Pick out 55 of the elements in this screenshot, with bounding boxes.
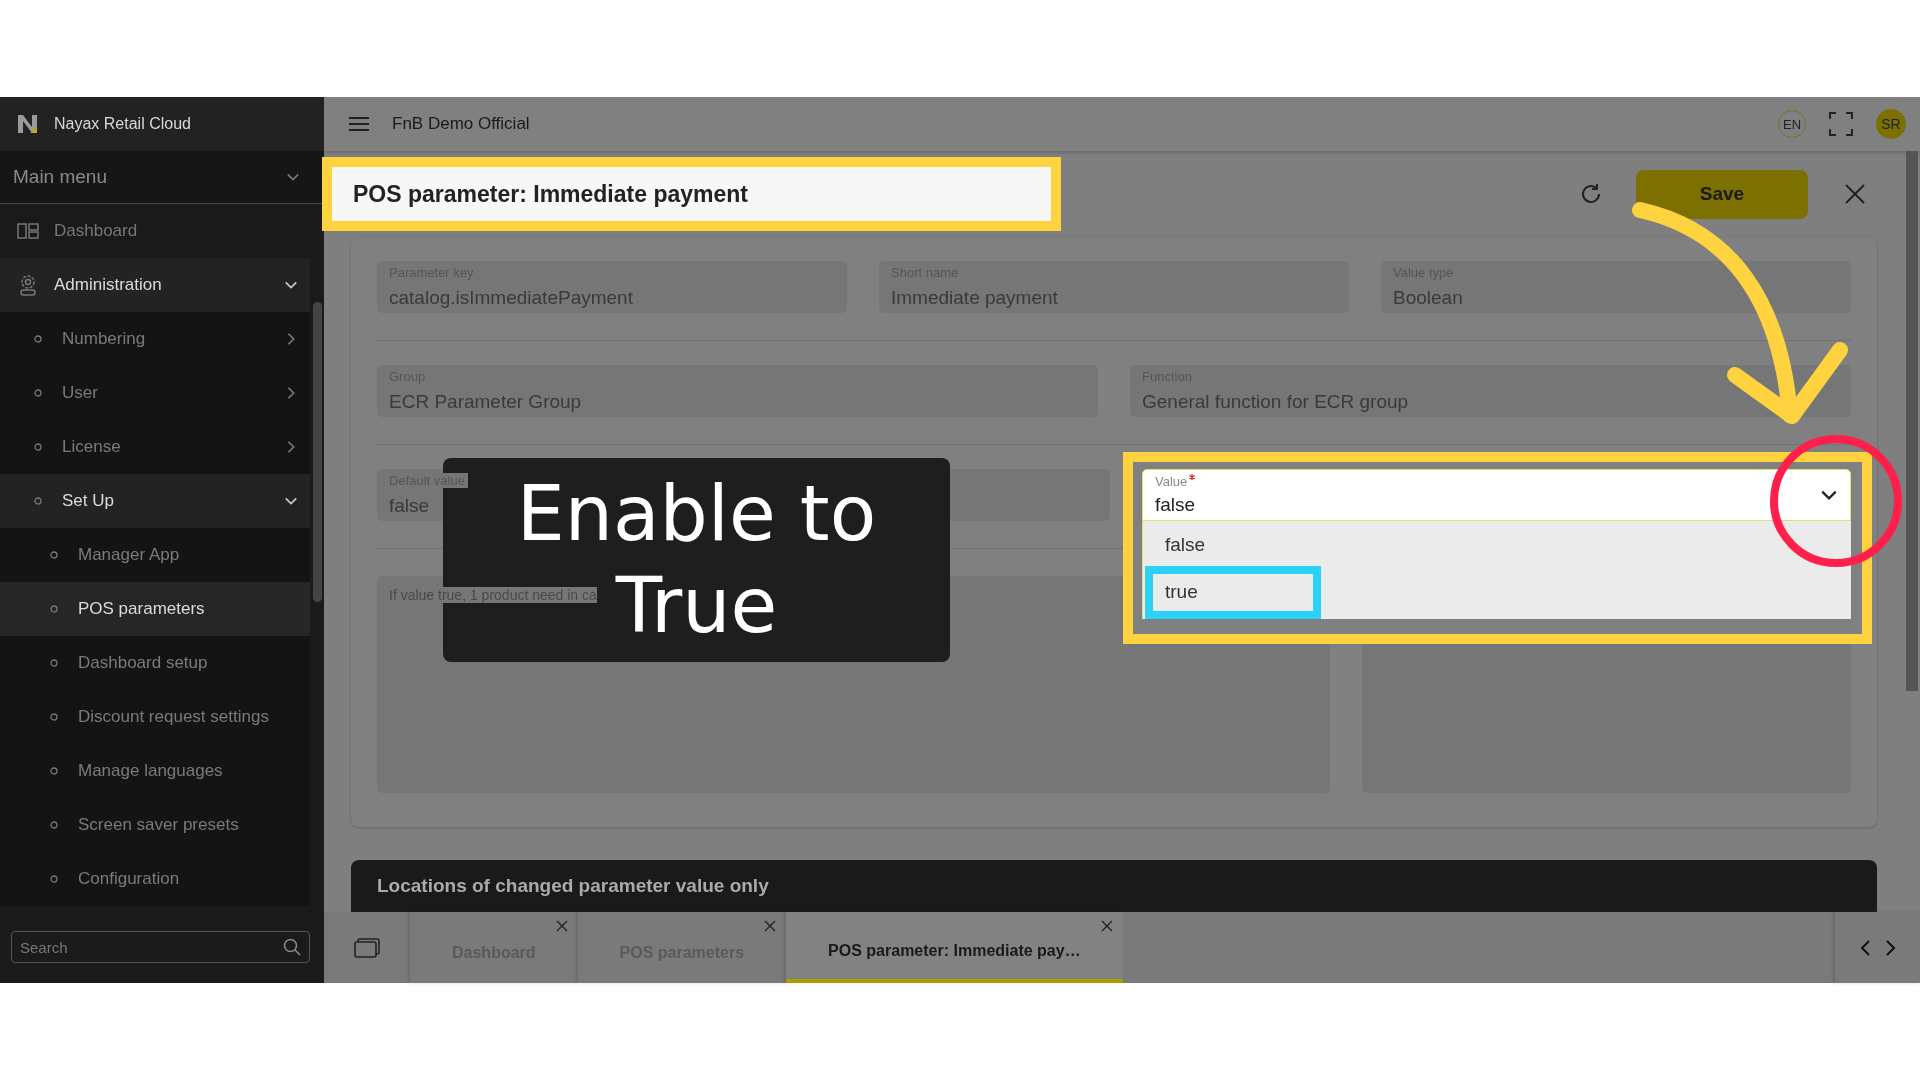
bullet-icon <box>34 443 42 451</box>
value-select[interactable]: Value false <box>1142 469 1851 521</box>
scrollbar[interactable] <box>313 302 322 602</box>
close-icon[interactable] <box>1844 183 1866 205</box>
bullet-icon <box>50 767 58 775</box>
page-title: POS parameter: Immediate payment <box>322 157 1061 231</box>
bullet-icon <box>50 605 58 613</box>
close-icon[interactable] <box>764 920 777 932</box>
menu-item[interactable]: Numbering <box>0 312 310 366</box>
field-value: false <box>389 495 431 517</box>
field-label: Value <box>1155 474 1188 489</box>
bullet-icon <box>50 821 58 829</box>
close-icon[interactable] <box>555 920 568 932</box>
field-value: Boolean <box>1393 287 1464 309</box>
search-icon[interactable] <box>282 937 302 957</box>
field-value: catalog.isImmediatePayment <box>389 287 634 309</box>
logo-icon <box>16 113 40 135</box>
menu-item[interactable]: POS parameters <box>0 582 310 636</box>
menu-item[interactable]: Manage languages <box>0 744 310 798</box>
field-value: false <box>1155 494 1197 516</box>
menu-item[interactable]: Configuration <box>0 852 310 906</box>
bullet-icon <box>34 335 42 343</box>
bullet-icon <box>34 389 42 397</box>
save-button[interactable]: Save <box>1636 169 1808 219</box>
menu-item[interactable]: Screen saver presets <box>0 798 310 852</box>
bullet-icon <box>50 713 58 721</box>
workspace-name: FnB Demo Official <box>392 114 531 134</box>
menu-item[interactable]: License <box>0 420 310 474</box>
bullet-icon <box>50 875 58 883</box>
close-icon[interactable] <box>1100 920 1113 932</box>
menu-item[interactable]: Administration <box>0 258 310 312</box>
tab[interactable]: POS parameter: Immediate pay… <box>786 912 1123 983</box>
user-avatar[interactable]: SR <box>1876 109 1906 139</box>
fullscreen-icon[interactable] <box>1828 111 1854 137</box>
menu-title: Main menu <box>13 166 107 188</box>
windows-icon[interactable] <box>353 936 381 959</box>
search-field[interactable]: Search <box>11 931 310 963</box>
menu-header[interactable]: Main menu <box>0 151 324 204</box>
bullet-icon <box>34 497 42 505</box>
scrollbar[interactable] <box>1906 151 1918 691</box>
menu-item[interactable]: Dashboard setup <box>0 636 310 690</box>
menu-item[interactable]: Set Up <box>0 474 310 528</box>
chevron-left-icon[interactable] <box>1858 938 1873 957</box>
field-value: Immediate payment <box>891 287 1059 309</box>
field-value: General function for ECR group <box>1142 391 1410 413</box>
menu-item[interactable]: Manager App <box>0 528 310 582</box>
menu-item[interactable]: User <box>0 366 310 420</box>
dropdown-option[interactable]: true <box>1145 565 1321 619</box>
section-title: Locations of changed parameter value only <box>377 875 769 897</box>
bullet-icon <box>50 659 58 667</box>
brand-name: Nayax Retail Cloud <box>54 115 191 133</box>
menu-icon[interactable] <box>348 116 370 132</box>
menu-item[interactable]: Discount request settings <box>0 690 310 744</box>
field-value: ECR Parameter Group <box>389 391 583 413</box>
bullet-icon <box>50 551 58 559</box>
